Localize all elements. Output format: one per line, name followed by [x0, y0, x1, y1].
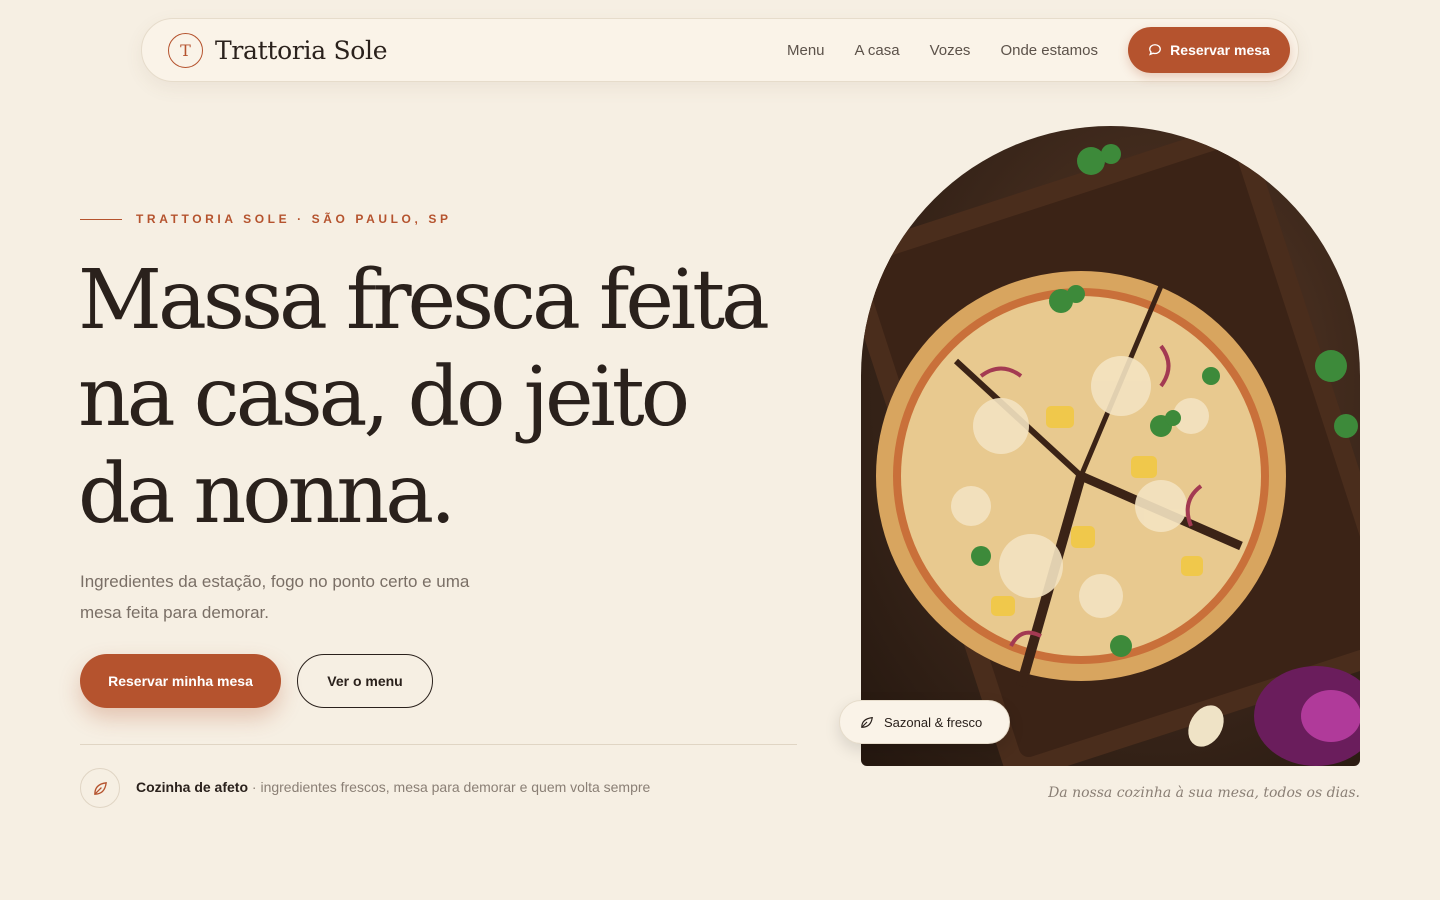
eyebrow-rule	[80, 218, 122, 220]
nav-links: Menu A casa Vozes Onde estamos	[787, 42, 1098, 59]
nav-link-vozes[interactable]: Vozes	[930, 42, 971, 59]
hero-eyebrow: TRATTORIA SOLE · SÃO PAULO, SP	[80, 212, 452, 226]
chat-bubble-icon	[1149, 44, 1162, 56]
hero-divider	[80, 744, 797, 745]
photo-caption: Da nossa cozinha à sua mesa, todos os di…	[1048, 785, 1360, 801]
reserve-table-button[interactable]: Reservar mesa	[1128, 27, 1290, 73]
seasonal-badge-label: Sazonal & fresco	[884, 714, 983, 730]
reserve-my-table-button[interactable]: Reservar minha mesa	[80, 654, 281, 708]
pizza-illustration	[861, 126, 1360, 766]
reserve-table-label: Reservar mesa	[1170, 42, 1270, 58]
leaf-icon	[80, 768, 120, 808]
view-menu-button[interactable]: Ver o menu	[297, 654, 433, 708]
seasonal-badge: Sazonal & fresco	[839, 700, 1010, 744]
hero-food-photo	[861, 126, 1360, 766]
feature-text-wrap: Cozinha de afeto · ingredientes frescos,…	[136, 779, 650, 797]
nav-link-onde-estamos[interactable]: Onde estamos	[1000, 42, 1098, 59]
top-navbar: T Trattoria Sole Menu A casa Vozes Onde …	[141, 18, 1299, 82]
feature-title: Cozinha de afeto	[136, 779, 249, 795]
feature-highlight: Cozinha de afeto · ingredientes frescos,…	[80, 768, 650, 808]
hero-subtitle: Ingredientes da estação, fogo no ponto c…	[80, 572, 470, 622]
brand-name: Trattoria Sole	[215, 35, 388, 65]
hero-title: Massa fresca feita na casa, do jeito da …	[78, 253, 770, 542]
nav-link-a-casa[interactable]: A casa	[855, 42, 900, 59]
eyebrow-text: TRATTORIA SOLE · SÃO PAULO, SP	[136, 212, 452, 226]
brand[interactable]: T Trattoria Sole	[168, 32, 388, 68]
nav-link-menu[interactable]: Menu	[787, 42, 825, 59]
hero-cta-row: Reservar minha mesa Ver o menu	[80, 654, 433, 708]
feature-description: · ingredientes frescos, mesa para demora…	[248, 779, 651, 795]
brand-logo-mark: T	[168, 32, 203, 68]
leaf-icon	[861, 716, 873, 728]
